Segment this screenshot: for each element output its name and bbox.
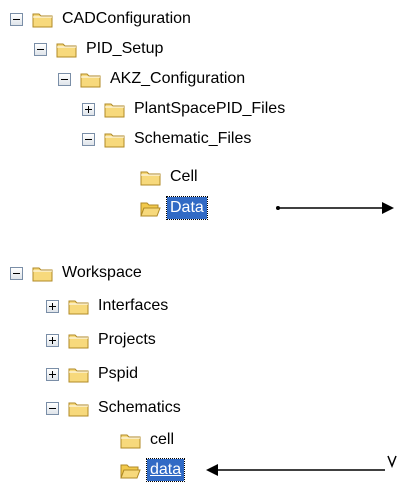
- tree-node-interfaces[interactable]: Interfaces: [46, 291, 171, 321]
- tree-node-projects[interactable]: Projects: [46, 325, 159, 355]
- tree-node-akz-configuration[interactable]: AKZ_Configuration: [58, 64, 248, 94]
- collapse-icon[interactable]: [34, 42, 47, 56]
- open-folder-icon: [140, 202, 161, 216]
- open-folder-icon: [120, 464, 141, 478]
- arrow-bottom-left: [206, 455, 397, 476]
- tree-node-pspid[interactable]: Pspid: [46, 359, 141, 389]
- folder-icon: [68, 368, 89, 382]
- tree-node-cell[interactable]: Cell: [140, 162, 201, 192]
- tree-node-pid-setup[interactable]: PID_Setup: [34, 34, 166, 64]
- folder-icon: [104, 133, 125, 147]
- folder-icon: [32, 13, 53, 27]
- collapse-icon[interactable]: [58, 72, 71, 86]
- tree-node-workspace[interactable]: Workspace: [10, 258, 145, 288]
- folder-icon: [140, 171, 161, 185]
- tree-node-label: Schematic_Files: [134, 130, 252, 147]
- tree-node-label: AKZ_Configuration: [110, 70, 246, 87]
- folder-icon: [80, 73, 101, 87]
- expand-icon[interactable]: [46, 299, 59, 313]
- tree-node-label-selected: data: [145, 458, 186, 482]
- folder-icon: [68, 402, 89, 416]
- collapse-icon[interactable]: [82, 132, 95, 146]
- tree-node-cadconfiguration[interactable]: CADConfiguration: [10, 4, 194, 34]
- folder-icon: [32, 267, 53, 281]
- tree-node-schematics[interactable]: Schematics: [46, 393, 184, 423]
- folder-icon: [104, 103, 125, 117]
- collapse-icon[interactable]: [10, 12, 23, 26]
- folder-icon: [68, 334, 89, 348]
- expand-icon[interactable]: [82, 102, 95, 116]
- collapse-icon[interactable]: [10, 266, 23, 280]
- tree-node-label: Pspid: [98, 365, 139, 382]
- expand-icon[interactable]: [46, 367, 59, 381]
- tree-node-label: CADConfiguration: [62, 10, 191, 27]
- tree-node-schematic-files[interactable]: Schematic_Files: [82, 124, 254, 154]
- tree-node-plantspacepid-files[interactable]: PlantSpacePID_Files: [82, 94, 288, 124]
- tree-node-label: PID_Setup: [86, 40, 164, 57]
- folder-icon: [68, 300, 89, 314]
- tree-node-label: Schematics: [98, 399, 181, 416]
- tree-node-label: cell: [150, 431, 175, 448]
- expand-icon[interactable]: [46, 333, 59, 347]
- tree-node-label-selected: Data: [166, 196, 208, 220]
- arrow-top-right: [276, 202, 394, 214]
- tree-node-data-lower[interactable]: data: [120, 455, 186, 485]
- tree-node-cell-lower[interactable]: cell: [120, 425, 177, 455]
- tree-node-data[interactable]: Data: [140, 193, 208, 223]
- folder-icon: [56, 43, 77, 57]
- tree-node-label: Interfaces: [98, 297, 169, 314]
- tree-node-label: PlantSpacePID_Files: [134, 100, 286, 117]
- tree-node-label: Projects: [98, 331, 156, 348]
- collapse-icon[interactable]: [46, 401, 59, 415]
- tree-node-label: Cell: [170, 168, 198, 185]
- folder-icon: [120, 434, 141, 448]
- tree-node-label: Workspace: [62, 264, 142, 281]
